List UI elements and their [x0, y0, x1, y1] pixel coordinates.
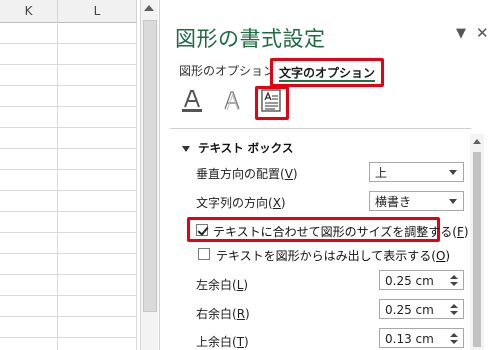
- spreadsheet-grid[interactable]: K L: [0, 0, 140, 350]
- left-margin-value: 0.25 cm: [385, 274, 434, 288]
- sheet-vertical-scrollbar[interactable]: [140, 0, 158, 350]
- chevron-down-icon[interactable]: [449, 199, 457, 204]
- left-margin-input[interactable]: 0.25 cm: [379, 270, 464, 290]
- spin-down-icon[interactable]: [450, 282, 458, 286]
- grid-line: [0, 274, 137, 275]
- spin-down-icon[interactable]: [450, 340, 458, 344]
- spin-down-icon[interactable]: [450, 311, 458, 315]
- textbox-icon[interactable]: [255, 86, 289, 120]
- autofit-option-highlight[interactable]: テキストに合わせて図形のサイズを調整する(F): [187, 217, 469, 242]
- scroll-thumb[interactable]: [473, 152, 481, 347]
- scroll-up-arrow-icon[interactable]: [473, 139, 481, 144]
- spin-up-icon[interactable]: [450, 275, 458, 279]
- text-fill-outline-icon[interactable]: [179, 88, 205, 114]
- pane-vertical-scrollbar[interactable]: [470, 134, 484, 350]
- grid-line: [0, 85, 137, 86]
- top-margin-label: 上余白(T): [196, 335, 249, 349]
- grid-line: [136, 22, 137, 350]
- text-direction-select[interactable]: 横書き: [369, 191, 464, 211]
- grid-line: [0, 148, 137, 149]
- tab-text-options[interactable]: 文字のオプション: [270, 58, 385, 87]
- divider: [170, 128, 471, 129]
- column-header-k[interactable]: K: [0, 0, 58, 23]
- left-margin-label: 左余白(L): [196, 278, 249, 292]
- grid-line: [0, 127, 137, 128]
- vertical-alignment-label: 垂直方向の配置(V): [196, 167, 298, 181]
- vertical-alignment-value: 上: [375, 166, 388, 180]
- collapse-triangle-icon: [182, 145, 190, 152]
- grid-line: [57, 22, 58, 350]
- top-margin-value: 0.13 cm: [385, 332, 434, 346]
- close-icon[interactable]: ✕: [476, 24, 489, 42]
- grid-line: [0, 106, 137, 107]
- right-margin-input[interactable]: 0.25 cm: [379, 299, 464, 319]
- grid-line: [0, 337, 137, 338]
- chevron-down-icon[interactable]: [449, 170, 457, 175]
- grid-line: [0, 190, 137, 191]
- top-margin-input[interactable]: 0.13 cm: [379, 328, 464, 348]
- text-direction-value: 横書き: [375, 195, 412, 209]
- overflow-checkbox[interactable]: [198, 248, 210, 260]
- grid-line: [0, 64, 137, 65]
- spin-up-icon[interactable]: [450, 304, 458, 308]
- pane-title: 図形の書式設定: [175, 27, 326, 51]
- vertical-alignment-select[interactable]: 上: [369, 162, 464, 182]
- text-direction-label: 文字列の方向(X): [196, 196, 286, 210]
- grid-line: [0, 211, 137, 212]
- autofit-checkbox[interactable]: [196, 224, 209, 236]
- pane-options-chevron-down-icon[interactable]: ▼: [456, 26, 466, 41]
- grid-line: [0, 43, 137, 44]
- section-textbox-header[interactable]: テキスト ボックス: [182, 140, 293, 156]
- format-shape-pane: 図形の書式設定 ▼ ✕ 図形のオプション 文字のオプション テキスト ボックス …: [159, 0, 500, 350]
- tab-text-options-label: 文字のオプション: [279, 66, 376, 80]
- scroll-up-arrow-icon[interactable]: [144, 5, 154, 11]
- spin-up-icon[interactable]: [450, 333, 458, 337]
- right-margin-value: 0.25 cm: [385, 303, 434, 317]
- section-title: テキスト ボックス: [198, 141, 294, 155]
- grid-line: [0, 253, 137, 254]
- grid-line: [0, 316, 137, 317]
- overflow-label[interactable]: テキストを図形からはみ出して表示する(O): [216, 247, 450, 264]
- right-margin-label: 右余白(R): [196, 307, 250, 321]
- grid-line: [0, 232, 137, 233]
- grid-line: [0, 169, 137, 170]
- grid-line: [0, 295, 137, 296]
- tab-shape-options[interactable]: 図形のオプション: [179, 62, 275, 79]
- column-header-l[interactable]: L: [58, 0, 137, 23]
- autofit-label[interactable]: テキストに合わせて図形のサイズを調整する(F): [213, 223, 469, 240]
- active-tab-indicator: [279, 80, 376, 82]
- text-effects-icon[interactable]: [219, 88, 245, 114]
- checkmark-icon: [197, 224, 209, 236]
- scroll-thumb[interactable]: [143, 20, 157, 312]
